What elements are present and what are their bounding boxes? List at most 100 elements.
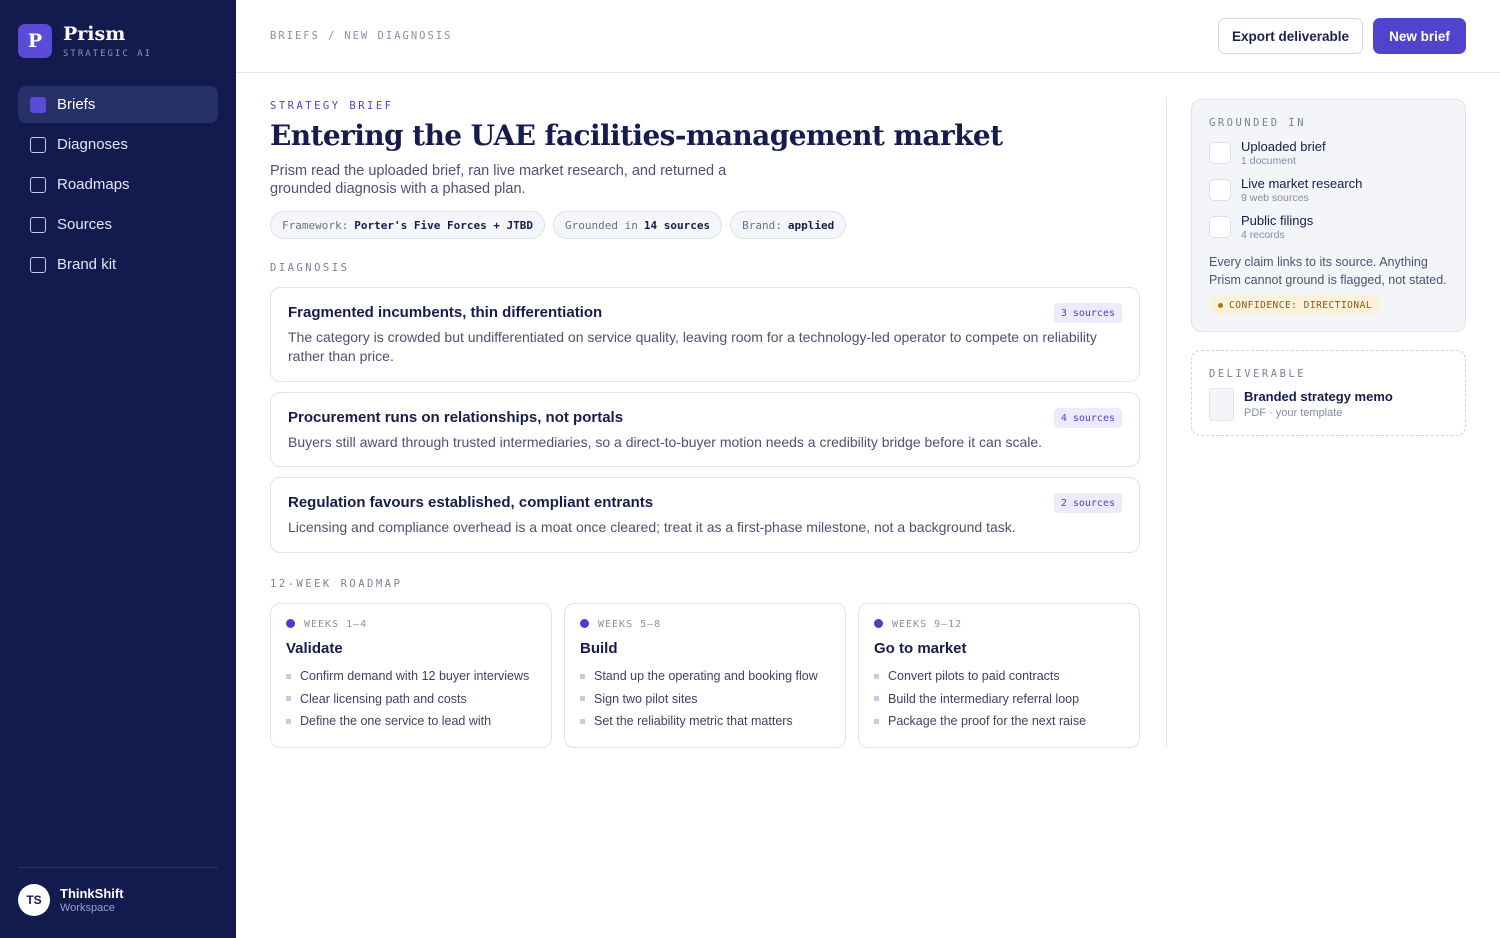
phase-task: Clear licensing path and costs <box>286 688 529 711</box>
source-name: Public filings <box>1241 213 1314 228</box>
phase-task: Convert pilots to paid contracts <box>874 665 1086 688</box>
deliverable-name: Branded strategy memo <box>1244 389 1393 404</box>
task-label: Clear licensing path and costs <box>300 691 467 706</box>
deliverable-panel[interactable]: DELIVERABLE Branded strategy memo PDF · … <box>1191 350 1466 436</box>
page-eyebrow: STRATEGY BRIEF <box>270 100 394 112</box>
phase-tasks: Confirm demand with 12 buyer interviews … <box>286 665 529 733</box>
meta-chips: Framework: Porter's Five Forces + JTBD Gr… <box>270 211 847 239</box>
chip-value: Porter's Five Forces + JTBD <box>354 218 534 232</box>
sidebar-item-diagnoses[interactable]: Diagnoses <box>18 126 218 163</box>
diagnosis-title: Regulation favours established, complian… <box>288 494 654 511</box>
roadmap-phase-card: WEEKS 5–8 Build Stand up the operating a… <box>564 603 846 748</box>
page-subtitle: Prism read the uploaded brief, ran live … <box>270 163 727 197</box>
brand-kit-icon <box>30 256 46 273</box>
workspace-name[interactable]: ThinkShift <box>60 886 124 901</box>
diagnosis-body: Buyers still award through trusted inter… <box>288 434 1043 450</box>
breadcrumb-separator: / <box>327 30 337 42</box>
sources-icon <box>30 216 46 233</box>
grounded-chip: Grounded in 14 sources <box>553 211 723 239</box>
phase-title: Build <box>580 640 618 657</box>
sidebar-item-label: Sources <box>57 216 113 233</box>
diagnosis-body: The category is crowded but undifferenti… <box>288 329 1097 364</box>
deliverable-format: PDF · your template <box>1244 407 1343 419</box>
bullet-icon <box>580 696 585 702</box>
sidebar-item-brand-kit[interactable]: Brand kit <box>18 246 218 283</box>
phase-tasks: Convert pilots to paid contracts Build t… <box>874 665 1086 733</box>
source-name: Uploaded brief <box>1241 139 1326 154</box>
roadmaps-icon <box>30 176 46 193</box>
panel-divider <box>1166 98 1167 748</box>
bullet-icon <box>874 673 879 679</box>
confidence-label: CONFIDENCE: DIRECTIONAL <box>1229 299 1373 311</box>
phase-title: Validate <box>286 640 343 657</box>
roadmap-phase-card: WEEKS 1–4 Validate Confirm demand with 1… <box>270 603 552 748</box>
workspace-avatar[interactable]: TS <box>18 884 50 916</box>
sources-badge[interactable]: 4 sources <box>1053 408 1122 428</box>
status-dot-icon <box>1218 302 1223 308</box>
bullet-icon <box>580 673 585 679</box>
filings-icon <box>1209 216 1231 238</box>
sidebar-item-label: Briefs <box>57 96 96 113</box>
task-label: Stand up the operating and booking flow <box>594 669 818 684</box>
top-bar: BRIEFS / NEW DIAGNOSIS Export deliverabl… <box>236 0 1500 73</box>
confidence-badge: CONFIDENCE: DIRECTIONAL <box>1209 295 1382 315</box>
task-label: Convert pilots to paid contracts <box>888 669 1060 684</box>
diagnosis-title: Fragmented incumbents, thin differentiat… <box>288 304 603 321</box>
sidebar-nav: Briefs Diagnoses Roadmaps Sources Brand … <box>18 86 218 286</box>
phase-dot <box>286 619 295 628</box>
breadcrumb-current: NEW DIAGNOSIS <box>344 30 453 42</box>
chip-key: Brand: <box>742 218 782 232</box>
grounded-heading: GROUNDED IN <box>1209 117 1307 129</box>
phase-dot <box>580 619 589 628</box>
bullet-icon <box>580 718 585 724</box>
brand-name: Prism <box>63 23 126 45</box>
bullet-icon <box>286 718 291 724</box>
sources-badge[interactable]: 3 sources <box>1053 303 1122 323</box>
source-count: 1 document <box>1241 155 1296 167</box>
task-label: Set the reliability metric that matters <box>594 714 793 729</box>
diagnosis-card[interactable]: Procurement runs on relationships, not p… <box>270 392 1140 467</box>
roadmap-phase-card: WEEKS 9–12 Go to market Convert pilots t… <box>858 603 1140 748</box>
source-count: 4 records <box>1241 229 1285 241</box>
brand-chip: Brand: applied <box>730 211 847 239</box>
deliverable-heading: DELIVERABLE <box>1209 368 1307 380</box>
diagnosis-body: Licensing and compliance overhead is a m… <box>288 519 1016 535</box>
task-label: Build the intermediary referral loop <box>888 691 1080 706</box>
phase-task: Package the proof for the next raise <box>874 710 1086 733</box>
sidebar-item-briefs[interactable]: Briefs <box>18 86 218 123</box>
diagnosis-title: Procurement runs on relationships, not p… <box>288 409 624 426</box>
phase-weeks: WEEKS 5–8 <box>598 619 662 630</box>
phase-weeks: WEEKS 1–4 <box>304 619 368 630</box>
breadcrumb-briefs[interactable]: BRIEFS <box>270 30 320 42</box>
framework-chip: Framework: Porter's Five Forces + JTBD <box>270 211 546 239</box>
logo-mark: P <box>18 24 52 58</box>
source-name: Live market research <box>1241 176 1363 191</box>
export-deliverable-button[interactable]: Export deliverable <box>1218 18 1363 54</box>
phase-task: Sign two pilot sites <box>580 688 818 711</box>
web-icon <box>1209 179 1231 201</box>
diagnosis-heading: DIAGNOSIS <box>270 262 350 274</box>
chip-value: 14 sources <box>643 218 711 232</box>
sidebar-divider <box>18 867 218 868</box>
sidebar-item-roadmaps[interactable]: Roadmaps <box>18 166 218 203</box>
chip-value: applied <box>787 218 835 232</box>
phase-weeks: WEEKS 9–12 <box>892 619 963 630</box>
grounded-in-panel: GROUNDED IN Uploaded brief 1 document Li… <box>1191 99 1466 332</box>
diagnosis-card[interactable]: Fragmented incumbents, thin differentiat… <box>270 287 1140 382</box>
sidebar-item-label: Brand kit <box>57 256 117 273</box>
phase-dot <box>874 619 883 628</box>
new-brief-button[interactable]: New brief <box>1373 18 1466 54</box>
phase-task: Define the one service to lead with <box>286 710 529 733</box>
breadcrumb: BRIEFS / NEW DIAGNOSIS <box>270 30 452 42</box>
phase-task: Confirm demand with 12 buyer interviews <box>286 665 529 688</box>
sidebar-item-label: Roadmaps <box>57 176 130 193</box>
phase-tasks: Stand up the operating and booking flow … <box>580 665 818 733</box>
bullet-icon <box>874 718 879 724</box>
task-label: Confirm demand with 12 buyer interviews <box>300 669 530 684</box>
sidebar-item-label: Diagnoses <box>57 136 128 153</box>
sidebar-item-sources[interactable]: Sources <box>18 206 218 243</box>
sources-badge[interactable]: 2 sources <box>1053 493 1122 513</box>
diagnosis-card[interactable]: Regulation favours established, complian… <box>270 477 1140 553</box>
briefs-icon <box>30 96 46 113</box>
pdf-file-icon <box>1209 388 1234 421</box>
